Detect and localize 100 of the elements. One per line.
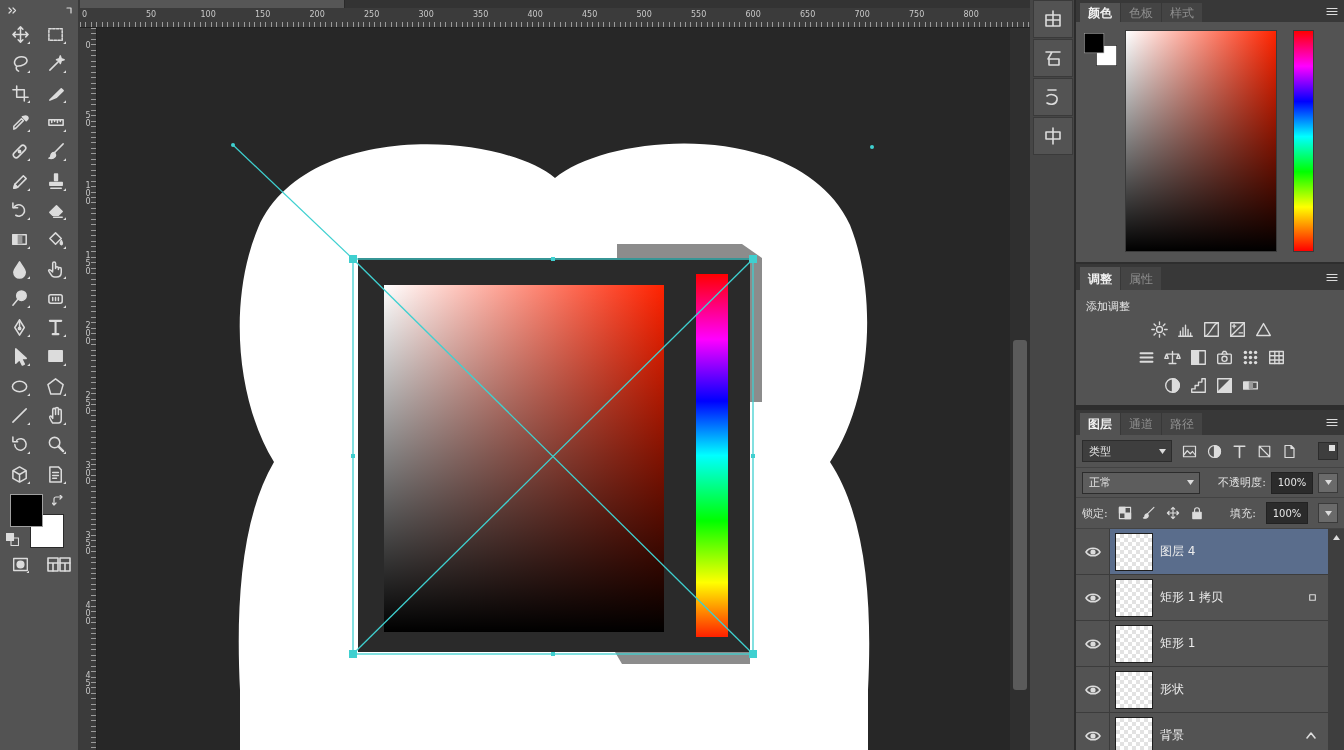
quick-mask-icon[interactable]	[12, 556, 29, 574]
eye-icon[interactable]	[1084, 730, 1101, 741]
ruler-label: 50	[145, 10, 158, 20]
hue-spectrum[interactable]	[1293, 30, 1314, 252]
half-square-icon[interactable]	[1189, 348, 1207, 366]
plus-minus-icon[interactable]	[1228, 320, 1246, 338]
double-chevron-icon[interactable]	[8, 6, 17, 14]
note-icon[interactable]	[46, 464, 66, 484]
panel-menu-icon[interactable]	[1326, 272, 1338, 282]
zoom-icon[interactable]	[46, 435, 66, 455]
color-swatches-icon[interactable]	[1084, 33, 1117, 66]
type-filter-icon[interactable]	[1232, 443, 1247, 459]
ruler-label: 450	[581, 10, 599, 20]
ruler-label: 150	[254, 10, 272, 20]
curved-arrow-icon[interactable]	[10, 200, 30, 220]
transform-box[interactable]	[349, 255, 757, 658]
ruler-label: 350	[472, 10, 490, 20]
magic-wand-icon[interactable]	[46, 54, 66, 74]
ruler-label: 800	[962, 10, 980, 20]
dock-button[interactable]	[1033, 78, 1073, 116]
blend-mode-dropdown[interactable]: 正常	[1082, 471, 1200, 494]
half-circle-icon[interactable]	[1163, 376, 1181, 394]
fill-arrow-button[interactable]	[1318, 503, 1338, 523]
bandage-icon[interactable]	[10, 142, 30, 162]
split-box-icon[interactable]	[1043, 126, 1063, 146]
ruler-label: 650	[799, 10, 817, 20]
checkerboard-icon[interactable]	[1117, 506, 1132, 520]
scroll-thumb[interactable]	[1013, 340, 1027, 690]
shape-filter-icon[interactable]	[1257, 443, 1272, 459]
swap-arrows-icon[interactable]	[52, 494, 64, 507]
type-tool-icon[interactable]	[46, 318, 66, 338]
layer-name: 形状	[1160, 681, 1184, 698]
color-swatches-icon[interactable]	[10, 493, 64, 548]
dock-button[interactable]	[1033, 117, 1073, 155]
line-icon[interactable]	[10, 406, 30, 425]
filter-toggle[interactable]	[1318, 442, 1338, 460]
layers-scrollbar[interactable]	[1328, 529, 1344, 750]
grid-box-icon[interactable]	[1043, 9, 1063, 29]
vertical-scrollbar[interactable]	[1010, 28, 1030, 750]
lollipop-icon[interactable]	[10, 288, 30, 308]
brush-icon[interactable]	[46, 142, 66, 162]
eye-icon[interactable]	[1084, 546, 1101, 557]
color-field[interactable]	[1125, 30, 1277, 252]
chevron-up-icon	[1306, 732, 1316, 739]
eye-icon[interactable]	[1084, 592, 1101, 603]
layer-thumbnail	[1115, 532, 1153, 571]
eye-icon[interactable]	[1084, 638, 1101, 649]
image-icon[interactable]	[1182, 443, 1197, 459]
padlock-icon[interactable]	[1189, 506, 1204, 520]
dock-button[interactable]	[1033, 39, 1073, 77]
opacity-arrow-button[interactable]	[1318, 472, 1338, 493]
default-colors-icon[interactable]	[6, 532, 19, 546]
droplet-icon[interactable]	[10, 259, 30, 279]
table-grid-icon[interactable]	[1267, 348, 1285, 366]
move-arrows-icon[interactable]	[10, 25, 30, 45]
half-circle-icon[interactable]	[1207, 443, 1222, 459]
steps-icon[interactable]	[1189, 376, 1207, 394]
panel-tab[interactable]: 调整	[1080, 267, 1120, 290]
dock-button[interactable]	[1033, 0, 1073, 38]
eye-icon[interactable]	[1084, 684, 1101, 695]
paint-bucket-icon[interactable]	[46, 230, 66, 250]
brush-icon[interactable]	[1141, 506, 1156, 520]
move-arrows-icon[interactable]	[1165, 506, 1180, 520]
ruler-label: 550	[690, 10, 708, 20]
dashed-rectangle-icon[interactable]	[46, 25, 66, 45]
sun-icon[interactable]	[1150, 320, 1168, 338]
panel-tab[interactable]: 图层	[1080, 413, 1120, 435]
panel-tab[interactable]: 颜色	[1080, 3, 1120, 22]
filter-dropdown[interactable]: 类型	[1082, 440, 1172, 462]
balance-scale-icon[interactable]	[1163, 348, 1181, 366]
rotate-icon[interactable]	[10, 435, 30, 455]
ruler-label: 0	[85, 42, 91, 50]
screen-mode-icon[interactable]	[47, 556, 71, 574]
eyedropper-icon[interactable]	[10, 113, 30, 133]
stamp-icon[interactable]	[46, 171, 66, 191]
pointing-hand-icon[interactable]	[46, 259, 66, 279]
diagonal-split-icon[interactable]	[1215, 376, 1233, 394]
dots-grid-icon[interactable]	[1241, 348, 1259, 366]
slanted-box-icon[interactable]	[1043, 48, 1063, 68]
panel-menu-icon[interactable]	[1326, 6, 1338, 16]
cube-icon[interactable]	[10, 464, 30, 484]
adjustments-heading: 添加调整	[1086, 299, 1130, 315]
document-icon[interactable]	[1282, 443, 1297, 459]
layer-name: 图层 4	[1160, 543, 1196, 560]
opacity-field[interactable]: 100%	[1271, 471, 1313, 494]
corner-icon[interactable]	[66, 6, 72, 14]
panel-menu-icon[interactable]	[1326, 418, 1338, 427]
curve-icon[interactable]	[1202, 320, 1220, 338]
ruler-label: 100	[199, 10, 217, 20]
polygon-icon[interactable]	[46, 376, 66, 396]
fill-field[interactable]: 100%	[1266, 502, 1308, 524]
ruler-label: 600	[744, 10, 762, 20]
ruler-label: 500	[635, 10, 653, 20]
triangle-icon[interactable]	[1254, 320, 1272, 338]
layer-row[interactable]: 图层 4	[1110, 529, 1328, 574]
crop-icon[interactable]	[10, 83, 30, 103]
hand-icon[interactable]	[46, 406, 66, 425]
caret-icon	[1324, 510, 1332, 516]
rectangle-icon[interactable]	[46, 347, 66, 367]
camera-icon[interactable]	[1215, 348, 1233, 366]
